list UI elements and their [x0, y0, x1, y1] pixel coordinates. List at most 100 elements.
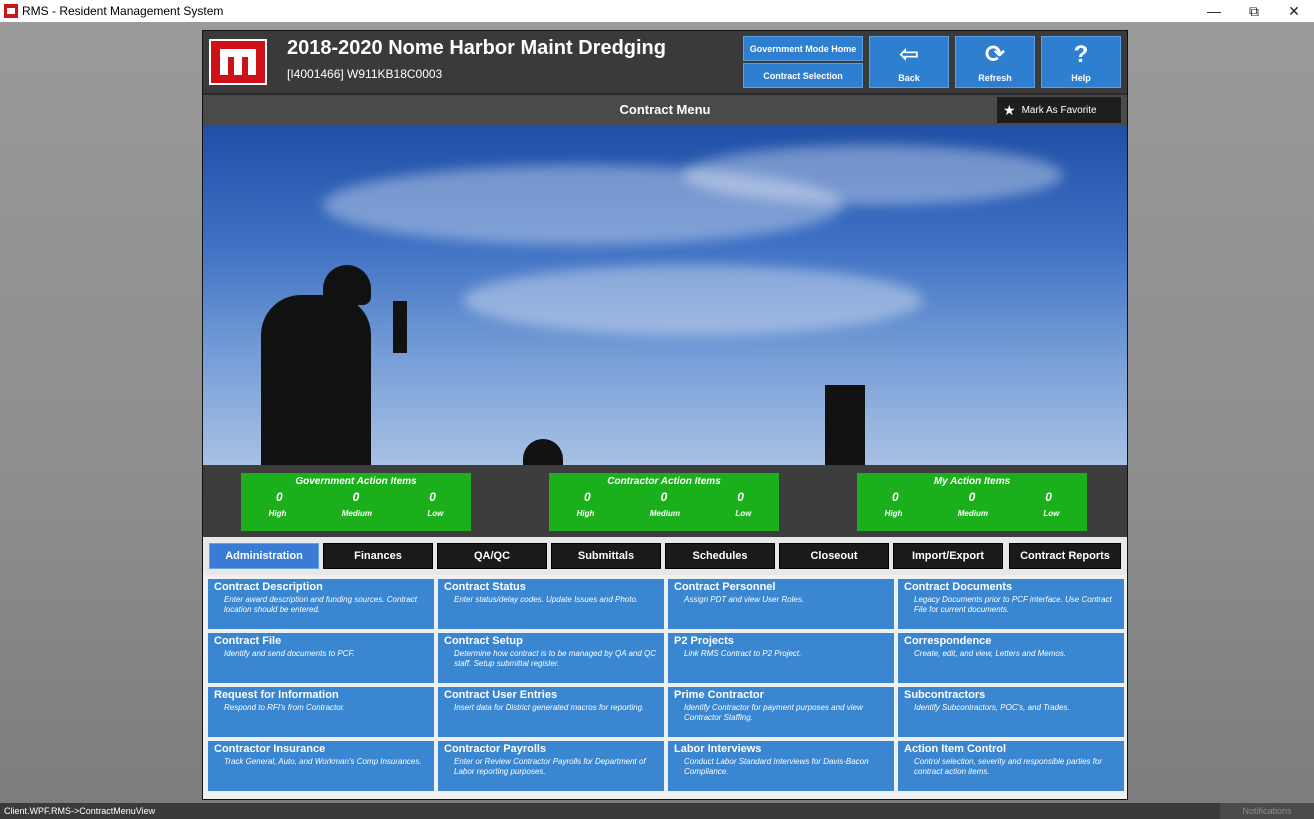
low-label: Low: [1043, 509, 1060, 518]
tile-description: Enter or Review Contractor Payrolls for …: [454, 757, 646, 776]
usace-logo: [209, 39, 267, 85]
low-count: 0: [429, 490, 436, 504]
high-count: 0: [891, 490, 899, 504]
tab-import-export[interactable]: Import/Export: [893, 543, 1003, 569]
window-controls: — ⧉ ✕: [1194, 0, 1314, 22]
tab-closeout[interactable]: Closeout: [779, 543, 889, 569]
action-items-title: Government Action Items: [295, 476, 417, 487]
refresh-label: Refresh: [978, 73, 1012, 83]
tile-contractor-insurance[interactable]: Contractor Insurance Track General, Auto…: [208, 741, 434, 791]
window-titlebar: RMS - Resident Management System — ⧉ ✕: [0, 0, 1314, 22]
tile-labor-interviews[interactable]: Labor Interviews Conduct Labor Standard …: [668, 741, 894, 791]
high-label: High: [576, 509, 595, 518]
tile-title: Contract Status: [444, 581, 526, 593]
notifications-button[interactable]: Notifications: [1220, 803, 1314, 819]
tile-subcontractors[interactable]: Subcontractors Identify Subcontractors, …: [898, 687, 1124, 737]
medium-count: 0: [968, 490, 976, 504]
tile-contract-status[interactable]: Contract Status Enter status/delay codes…: [438, 579, 664, 629]
hero-image: [203, 125, 1127, 465]
back-button[interactable]: ⇦ Back: [869, 36, 949, 88]
menu-tiles: Contract Description Enter award descrip…: [203, 575, 1127, 799]
tile-title: Contract User Entries: [444, 689, 558, 701]
help-label: Help: [1071, 73, 1091, 83]
tile-contractor-payrolls[interactable]: Contractor Payrolls Enter or Review Cont…: [438, 741, 664, 791]
tile-description: Identify Subcontractors, POC's, and Trad…: [914, 703, 1070, 712]
tile-contract-description[interactable]: Contract Description Enter award descrip…: [208, 579, 434, 629]
tile-description: Determine how contract is to be managed …: [454, 649, 657, 668]
tab-finances[interactable]: Finances: [323, 543, 433, 569]
tile-description: Conduct Labor Standard Interviews for Da…: [684, 757, 869, 776]
tile-contract-setup[interactable]: Contract Setup Determine how contract is…: [438, 633, 664, 683]
tab-qa-qc[interactable]: QA/QC: [437, 543, 547, 569]
close-button[interactable]: ✕: [1274, 0, 1314, 22]
worker-silhouette: [261, 295, 371, 465]
tile-contract-file[interactable]: Contract File Identify and send document…: [208, 633, 434, 683]
medium-label: Medium: [649, 509, 680, 518]
refresh-icon: ⟳: [984, 41, 1006, 68]
tab-administration[interactable]: Administration: [209, 543, 319, 569]
menu-title: Contract Menu: [619, 102, 711, 117]
contract-selection-button[interactable]: Contract Selection: [743, 63, 863, 88]
tile-title: Contract Documents: [904, 581, 1013, 593]
header: 2018-2020 Nome Harbor Maint Dredging [I4…: [203, 31, 1127, 93]
cloud-decoration: [683, 145, 1063, 205]
tile-title: Contract Description: [214, 581, 323, 593]
high-label: High: [268, 509, 287, 518]
minimize-button[interactable]: —: [1194, 0, 1234, 22]
my-action-items[interactable]: My Action Items 0 0 0 High Medium Low: [857, 473, 1087, 531]
tile-title: Request for Information: [214, 689, 339, 701]
tile-action-item-control[interactable]: Action Item Control Control selection, s…: [898, 741, 1124, 791]
restore-button[interactable]: ⧉: [1234, 0, 1274, 22]
category-tabs: Administration Finances QA/QC Submittals…: [203, 537, 1127, 575]
tile-title: Prime Contractor: [674, 689, 764, 701]
low-count: 0: [737, 490, 744, 504]
contractor-action-items[interactable]: Contractor Action Items 0 0 0 High Mediu…: [549, 473, 779, 531]
medium-count: 0: [352, 490, 360, 504]
tile-correspondence[interactable]: Correspondence Create, edit, and view, L…: [898, 633, 1124, 683]
tab-submittals[interactable]: Submittals: [551, 543, 661, 569]
star-icon: ★: [1003, 101, 1016, 118]
tile-description: Assign PDT and view User Roles.: [684, 595, 805, 604]
tile-title: P2 Projects: [674, 635, 734, 647]
radio-silhouette: [393, 301, 407, 353]
mark-as-favorite-button[interactable]: ★ Mark As Favorite: [997, 97, 1121, 123]
medium-count: 0: [660, 490, 668, 504]
tile-description: Identify Contractor for payment purposes…: [684, 703, 863, 722]
help-button[interactable]: ? Help: [1041, 36, 1121, 88]
high-count: 0: [583, 490, 591, 504]
government-mode-home-button[interactable]: Government Mode Home: [743, 36, 863, 61]
tile-title: Labor Interviews: [674, 743, 762, 755]
tile-title: Action Item Control: [904, 743, 1007, 755]
tile-contract-documents[interactable]: Contract Documents Legacy Documents prio…: [898, 579, 1124, 629]
tile-request-for-information[interactable]: Request for Information Respond to RFI's…: [208, 687, 434, 737]
low-label: Low: [735, 509, 752, 518]
app-panel: 2018-2020 Nome Harbor Maint Dredging [I4…: [202, 30, 1128, 800]
medium-label: Medium: [341, 509, 372, 518]
tile-description: Identify and send documents to PCF.: [224, 649, 355, 658]
refresh-button[interactable]: ⟳ Refresh: [955, 36, 1035, 88]
tab-contract-reports[interactable]: Contract Reports: [1009, 543, 1121, 569]
help-icon: ?: [1073, 41, 1089, 68]
tab-schedules[interactable]: Schedules: [665, 543, 775, 569]
tile-title: Contractor Insurance: [214, 743, 326, 755]
project-title: 2018-2020 Nome Harbor Maint Dredging: [287, 37, 666, 59]
tile-description: Respond to RFI's from Contractor.: [224, 703, 346, 712]
favorite-label: Mark As Favorite: [1021, 104, 1097, 116]
tile-title: Contract Personnel: [674, 581, 776, 593]
worker-head: [323, 265, 371, 305]
tile-title: Contract File: [214, 635, 282, 647]
tile-description: Enter award description and funding sour…: [224, 595, 417, 614]
action-items-title: Contractor Action Items: [607, 476, 721, 487]
tile-contract-user-entries[interactable]: Contract User Entries Insert data for Di…: [438, 687, 664, 737]
tile-description: Enter status/delay codes. Update Issues …: [454, 595, 639, 604]
tile-title: Contract Setup: [444, 635, 523, 647]
medium-label: Medium: [957, 509, 988, 518]
government-action-items[interactable]: Government Action Items 0 0 0 High Mediu…: [241, 473, 471, 531]
tile-title: Contractor Payrolls: [444, 743, 547, 755]
tile-p2-projects[interactable]: P2 Projects Link RMS Contract to P2 Proj…: [668, 633, 894, 683]
tile-prime-contractor[interactable]: Prime Contractor Identify Contractor for…: [668, 687, 894, 737]
tile-description: Link RMS Contract to P2 Project.: [684, 649, 802, 658]
low-label: Low: [427, 509, 444, 518]
tile-contract-personnel[interactable]: Contract Personnel Assign PDT and view U…: [668, 579, 894, 629]
window-title: RMS - Resident Management System: [22, 4, 224, 18]
